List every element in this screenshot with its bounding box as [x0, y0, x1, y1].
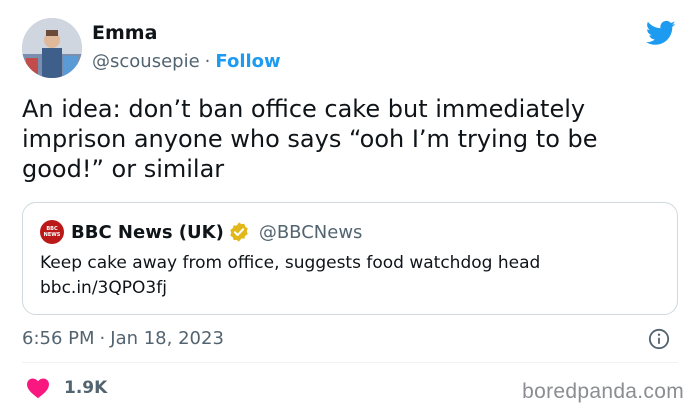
verified-badge-icon — [230, 222, 248, 242]
avatar-photo — [22, 18, 82, 78]
bbc-logo-text-bottom: NEWS — [43, 232, 61, 238]
divider — [22, 362, 678, 363]
author-handle[interactable]: @scousepie — [92, 51, 200, 72]
quoted-tweet[interactable]: BBC NEWS BBC News (UK) @BBCNews Keep cak… — [22, 202, 678, 315]
tweet-time: 6:56 PM — [22, 328, 95, 349]
follow-button[interactable]: Follow — [215, 51, 280, 72]
twitter-bird-icon[interactable] — [644, 18, 678, 48]
avatar[interactable] — [22, 18, 82, 78]
tweet-date: Jan 18, 2023 — [110, 328, 224, 349]
like-button[interactable]: 1.9K — [26, 377, 107, 399]
quoted-author-name[interactable]: BBC News (UK) — [71, 222, 224, 243]
separator: · — [204, 51, 211, 72]
quoted-link[interactable]: bbc.in/3QPO3fj — [40, 276, 660, 301]
tweet-text: An idea: don’t ban office cake but immed… — [22, 95, 598, 183]
quoted-text: Keep cake away from office, suggests foo… — [40, 251, 660, 301]
like-count: 1.9K — [64, 378, 108, 398]
quoted-headline: Keep cake away from office, suggests foo… — [40, 253, 541, 273]
author-name[interactable]: Emma — [92, 22, 157, 44]
timestamp-separator: · — [99, 328, 106, 349]
heart-icon — [27, 378, 49, 399]
info-icon[interactable] — [648, 328, 670, 350]
watermark: boredpanda.com — [522, 380, 684, 403]
author-handle-row: @scousepie · Follow — [92, 51, 281, 72]
quoted-author-handle[interactable]: @BBCNews — [259, 222, 363, 243]
quoted-header: BBC NEWS BBC News (UK) @BBCNews — [40, 220, 362, 244]
bbc-news-logo[interactable]: BBC NEWS — [40, 220, 64, 244]
tweet-timestamp[interactable]: 6:56 PM · Jan 18, 2023 — [22, 328, 224, 349]
